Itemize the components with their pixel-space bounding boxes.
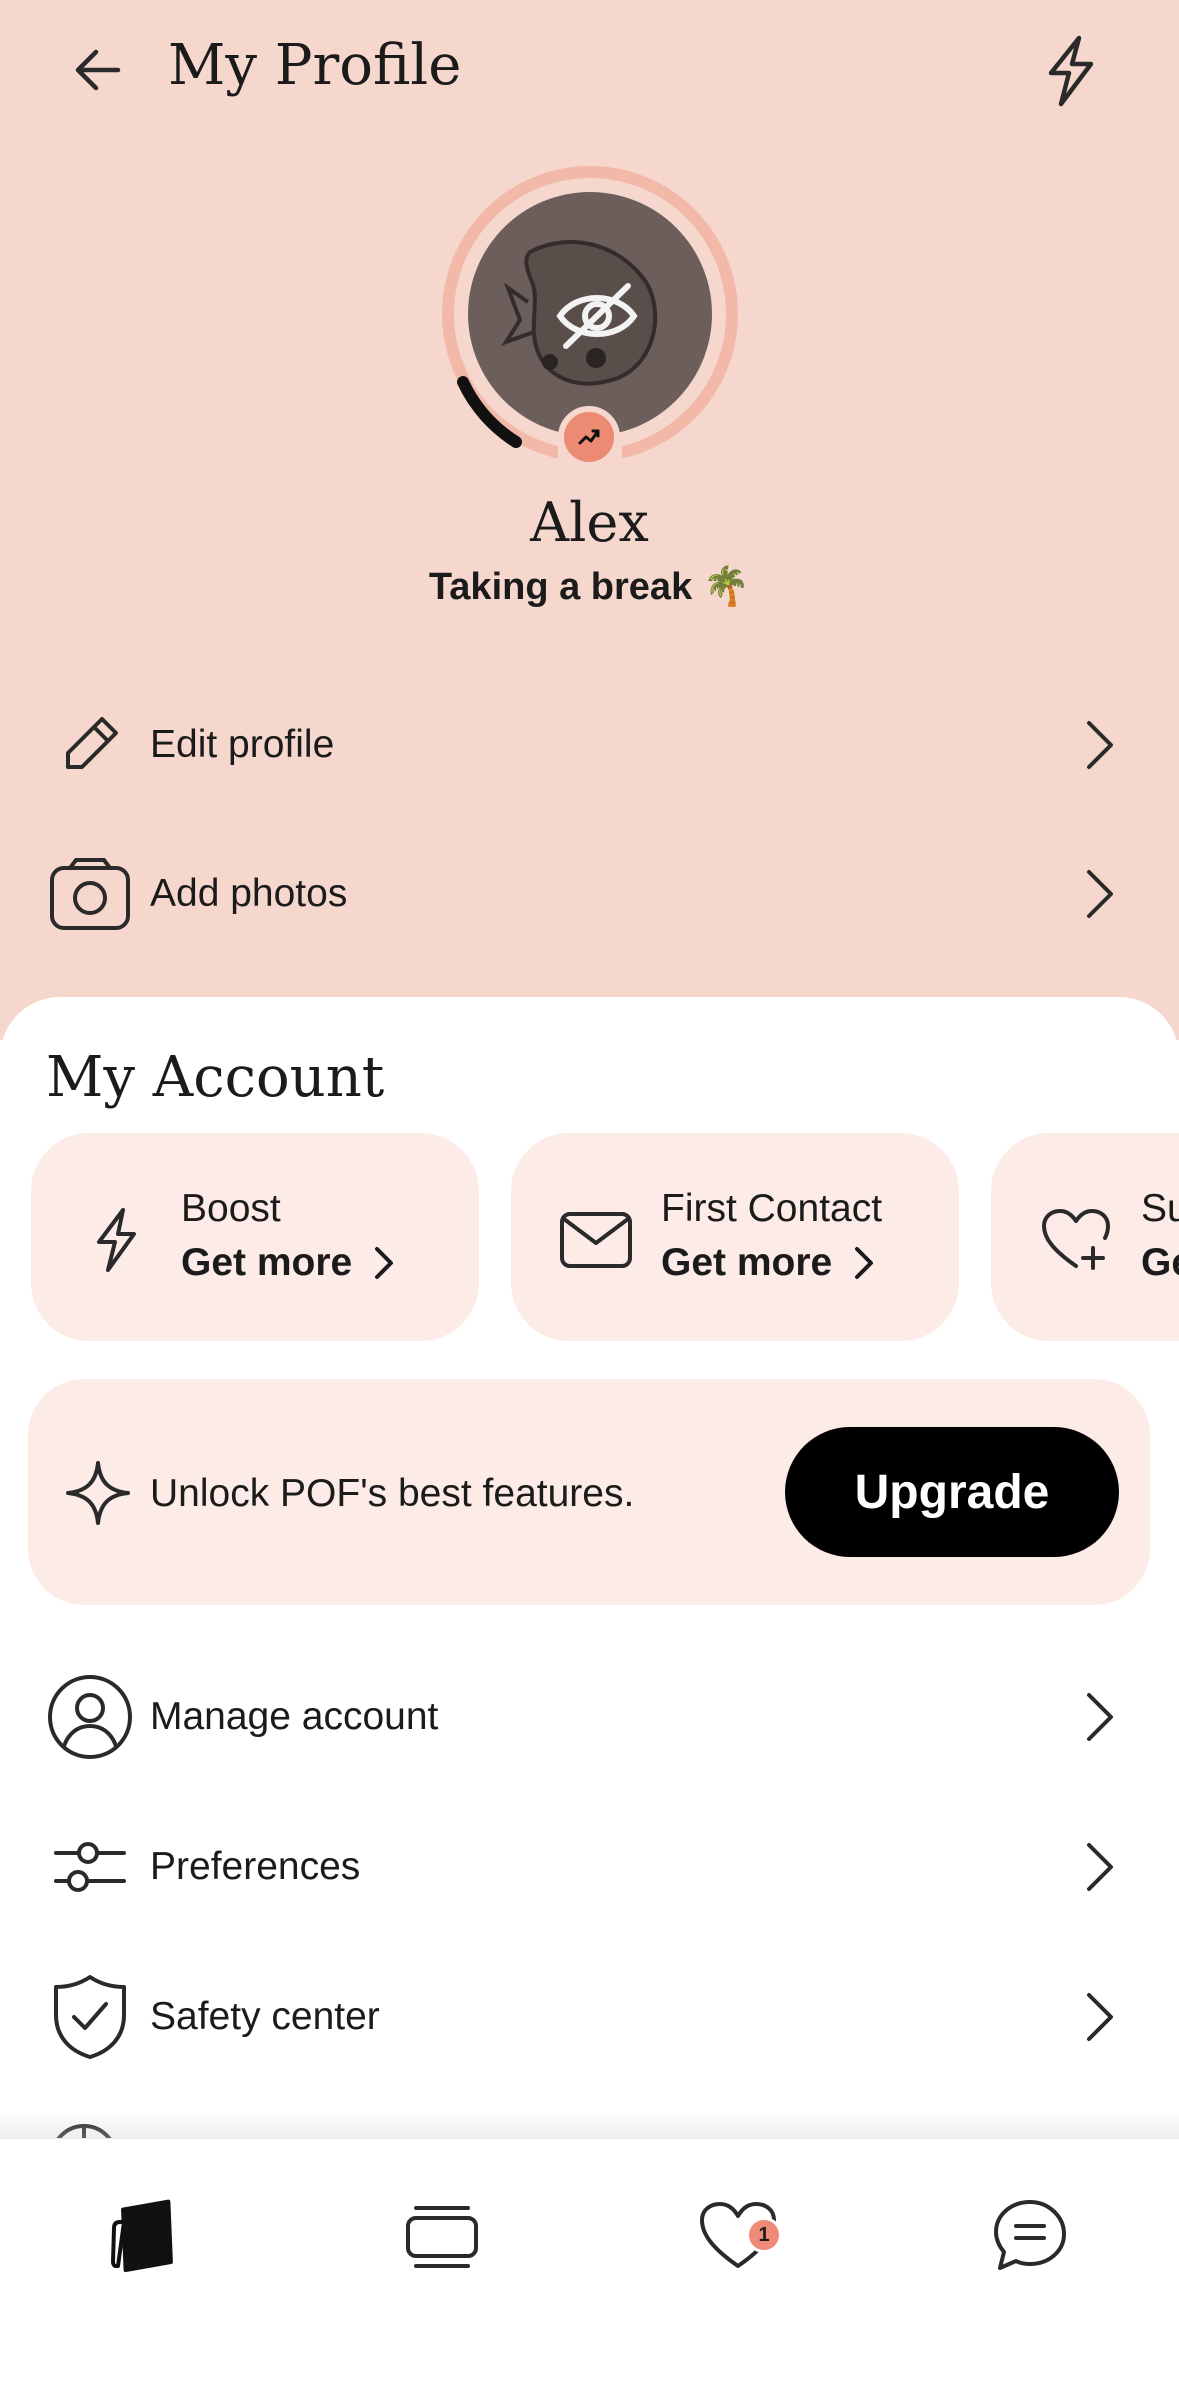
chevron-right-icon <box>1070 705 1130 785</box>
nav-chat-tab[interactable] <box>970 2181 1090 2291</box>
lightning-bolt-icon <box>1048 35 1094 107</box>
profile-screen: My Profile Alex Taking a break 🌴 Edit pr… <box>0 0 1179 2396</box>
sparkle-icon <box>54 1449 142 1537</box>
card-action: Get more <box>661 1241 833 1284</box>
get-more-link[interactable]: Get more <box>181 1239 394 1287</box>
edit-profile-label: Edit profile <box>150 723 335 766</box>
nav-likes-tab[interactable]: 1 <box>678 2181 798 2291</box>
card-title: Boost <box>181 1187 281 1230</box>
upgrade-button[interactable]: Upgrade <box>785 1427 1119 1557</box>
likes-badge: 1 <box>746 2217 782 2253</box>
status-indicator[interactable] <box>558 406 620 468</box>
manage-account-row[interactable]: Manage account <box>0 1652 1179 1782</box>
stack-icon <box>406 2206 478 2268</box>
card-action: Ge <box>1141 1241 1179 1284</box>
edit-profile-row[interactable]: Edit profile <box>0 680 1179 810</box>
pencil-icon <box>40 695 140 795</box>
zigzag-icon <box>578 429 600 445</box>
upgrade-text: Unlock POF's best features. <box>150 1472 635 1515</box>
app-bar: My Profile <box>0 0 1179 132</box>
arrow-left-icon <box>75 49 121 91</box>
back-button[interactable] <box>58 30 138 110</box>
chevron-right-icon <box>1070 1827 1130 1907</box>
envelope-icon <box>551 1195 641 1285</box>
boost-button[interactable] <box>1030 26 1110 116</box>
chevron-right-icon <box>1070 1677 1130 1757</box>
chevron-right-icon <box>375 1247 394 1279</box>
section-title: My Account <box>46 1045 385 1110</box>
nav-meet-tab[interactable] <box>86 2181 206 2291</box>
safety-center-label: Safety center <box>150 1995 380 2038</box>
lightning-bolt-icon <box>71 1195 161 1285</box>
cards-icon <box>111 2199 173 2273</box>
first-contact-card[interactable]: First Contact Get more <box>511 1133 959 1341</box>
upgrade-banner: Unlock POF's best features. Upgrade <box>28 1379 1150 1605</box>
preferences-row[interactable]: Preferences <box>0 1802 1179 1932</box>
nav-browse-tab[interactable] <box>382 2181 502 2291</box>
sliders-icon <box>40 1817 140 1917</box>
scroll-fade <box>0 2110 1179 2140</box>
boost-card[interactable]: Boost Get more <box>31 1133 479 1341</box>
card-title: Su <box>1141 1187 1179 1230</box>
get-more-link[interactable]: Ge <box>1141 1239 1179 1287</box>
add-photos-row[interactable]: Add photos <box>0 829 1179 959</box>
profile-status: Taking a break 🌴 <box>428 566 751 608</box>
chevron-right-icon <box>1070 854 1130 934</box>
camera-icon <box>40 844 140 944</box>
preferences-label: Preferences <box>150 1845 361 1888</box>
shield-check-icon <box>40 1967 140 2067</box>
card-title: First Contact <box>661 1187 883 1230</box>
profile-name: Alex <box>530 491 649 554</box>
add-photos-label: Add photos <box>150 872 348 915</box>
chat-icon <box>994 2200 1066 2270</box>
super-like-card[interactable]: Su Ge <box>991 1133 1179 1341</box>
manage-account-label: Manage account <box>150 1695 439 1738</box>
chevron-right-icon <box>855 1247 874 1279</box>
user-circle-icon <box>40 1667 140 1767</box>
chevron-right-icon <box>1070 1977 1130 2057</box>
heart-plus-icon <box>1031 1195 1121 1285</box>
hidden-eye-icon <box>501 240 658 386</box>
get-more-link[interactable]: Get more <box>661 1239 874 1287</box>
card-action: Get more <box>181 1241 353 1284</box>
page-title: My Profile <box>168 33 462 98</box>
bottom-nav: 1 <box>0 2138 1179 2396</box>
avatar[interactable] <box>468 192 712 436</box>
safety-center-row[interactable]: Safety center <box>0 1952 1179 2082</box>
